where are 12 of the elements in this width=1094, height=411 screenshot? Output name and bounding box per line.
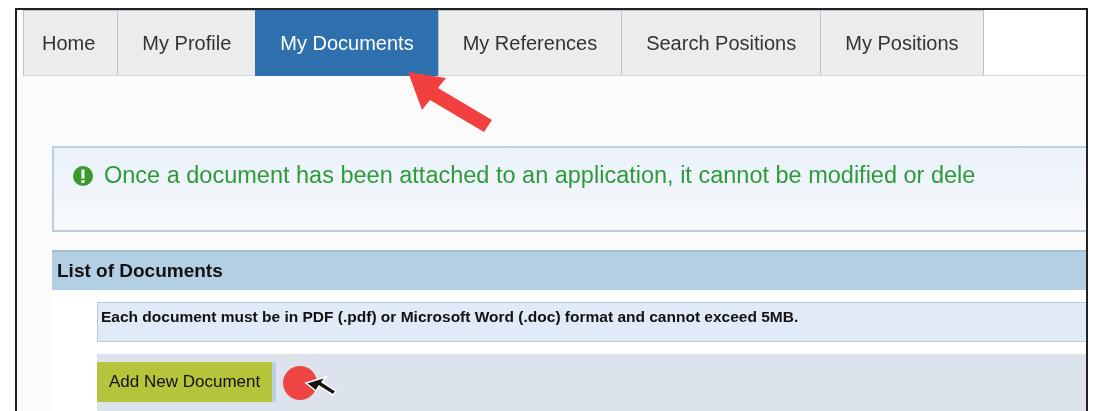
tab[interactable]: Home xyxy=(23,10,119,76)
tab[interactable]: My References xyxy=(437,10,623,76)
tab[interactable]: Search Positions xyxy=(621,10,822,76)
panel-title: List of Documents xyxy=(57,260,223,282)
add-document-button[interactable]: Add New Document xyxy=(97,362,277,402)
tab[interactable]: My Profile xyxy=(117,10,257,76)
cursor-icon xyxy=(282,365,339,401)
alert-message: Once a document has been attached to an application, it cannot be modified or dele xyxy=(104,162,976,189)
tab[interactable]: My Documents xyxy=(255,10,439,76)
exclamation-icon xyxy=(72,165,94,187)
tab[interactable]: My Positions xyxy=(820,10,984,76)
format-note: Each document must be in PDF (.pdf) or Microsoft Word (.doc) format and cannot exceed 5MB. xyxy=(101,308,799,325)
